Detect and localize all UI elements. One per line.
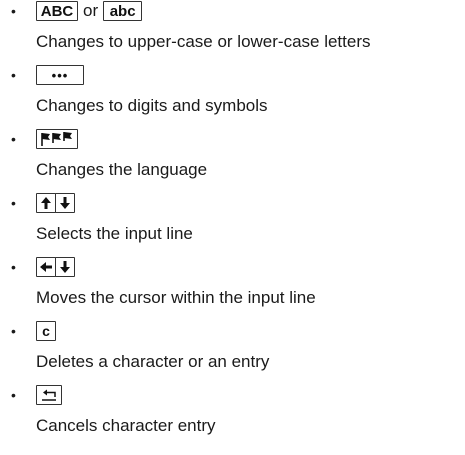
arrow-down-key[interactable] xyxy=(55,257,75,277)
arrow-left-icon xyxy=(40,262,52,272)
item-description: Cancels character entry xyxy=(36,416,216,435)
back-icon xyxy=(42,389,56,401)
lowercase-key[interactable]: abc xyxy=(103,1,143,21)
language-key[interactable] xyxy=(36,129,78,149)
arrow-left-key[interactable] xyxy=(36,257,56,277)
list-item-language-key: • Changes the language xyxy=(0,128,465,192)
arrow-down-key[interactable] xyxy=(55,193,75,213)
arrow-up-icon xyxy=(41,197,51,209)
flags-icon xyxy=(41,132,72,146)
key-group: ••• xyxy=(36,64,84,86)
list-item-back-key: • Cancels character entry xyxy=(0,384,465,448)
uppercase-key[interactable]: ABC xyxy=(36,1,78,21)
item-description: Selects the input line xyxy=(36,224,193,243)
symbols-key[interactable]: ••• xyxy=(36,65,84,85)
item-description: Changes to upper-case or lower-case lett… xyxy=(36,32,371,51)
key-group xyxy=(36,192,75,214)
key-group xyxy=(36,128,78,150)
bullet: • xyxy=(11,323,16,339)
key-group xyxy=(36,384,62,406)
or-connector: or xyxy=(83,1,99,20)
delete-key[interactable]: c xyxy=(36,321,56,341)
key-group xyxy=(36,256,75,278)
bullet: • xyxy=(11,131,16,147)
arrow-down-icon xyxy=(60,261,70,273)
list-item-case-keys: • ABC or abc Changes to upper-case or lo… xyxy=(0,0,465,64)
item-description: Changes to digits and symbols xyxy=(36,96,268,115)
arrow-down-icon xyxy=(60,197,70,209)
arrow-up-key[interactable] xyxy=(36,193,56,213)
list-item-cursor-keys: • Moves the cursor within the input line xyxy=(0,256,465,320)
key-group: ABC or abc xyxy=(36,0,143,22)
item-description: Moves the cursor within the input line xyxy=(36,288,316,307)
bullet: • xyxy=(11,195,16,211)
key-function-list: • ABC or abc Changes to upper-case or lo… xyxy=(0,0,465,448)
bullet: • xyxy=(11,387,16,403)
item-description: Deletes a character or an entry xyxy=(36,352,270,371)
list-item-symbols-key: • ••• Changes to digits and symbols xyxy=(0,64,465,128)
bullet: • xyxy=(11,67,16,83)
item-description: Changes the language xyxy=(36,160,208,179)
key-group: c xyxy=(36,320,56,342)
list-item-line-select-keys: • Selects the input line xyxy=(0,192,465,256)
bullet: • xyxy=(11,3,16,19)
list-item-delete-key: • c Deletes a character or an entry xyxy=(0,320,465,384)
back-key[interactable] xyxy=(36,385,62,405)
bullet: • xyxy=(11,259,16,275)
